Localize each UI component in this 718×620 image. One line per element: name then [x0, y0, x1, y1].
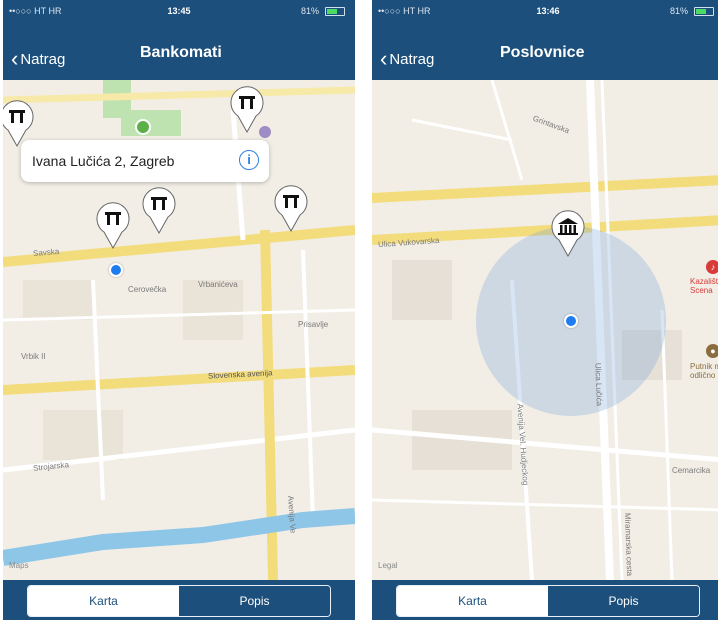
street-label: Cerovečka: [128, 285, 167, 294]
map-view[interactable]: Savska Slovenska avenija Avenija Ve Vrbi…: [3, 80, 355, 580]
maps-legal-label[interactable]: Legal: [378, 561, 398, 570]
bottom-bar: Karta Popis: [372, 580, 718, 620]
street-label: Cemarcika: [672, 466, 711, 475]
segment-list[interactable]: Popis: [548, 586, 699, 616]
street-label: Vrbik II: [21, 352, 46, 361]
street-label: Prisavlje: [298, 320, 329, 329]
atm-pin[interactable]: [141, 187, 177, 235]
callout-address: Ivana Lučića 2, Zagreb: [32, 153, 175, 169]
status-bar: ••○○○ HT HR 13:46 81%: [372, 0, 718, 22]
chevron-left-icon: ‹: [380, 46, 388, 71]
view-switcher: Karta Popis: [27, 585, 331, 617]
bank-pin[interactable]: [550, 210, 586, 258]
battery-icon: [694, 7, 714, 16]
address-callout[interactable]: Ivana Lučića 2, Zagreb i: [21, 140, 269, 182]
status-time: 13:46: [536, 6, 560, 16]
atm-pin[interactable]: [229, 86, 265, 134]
atm-pin-selected[interactable]: [95, 202, 131, 250]
back-label: Natrag: [389, 51, 435, 68]
battery-percent: 81%: [300, 6, 319, 16]
user-location-dot: [109, 263, 123, 277]
user-location-dot: [564, 314, 578, 328]
back-label: Natrag: [20, 51, 66, 68]
back-button[interactable]: ‹ Natrag: [380, 44, 435, 71]
view-switcher: Karta Popis: [396, 585, 700, 617]
street-label: Vrbanićeva: [198, 280, 238, 289]
page-title: Bankomati: [140, 44, 222, 61]
info-icon[interactable]: i: [239, 150, 259, 170]
atm-pin[interactable]: [273, 185, 309, 233]
page-title: Poslovnice: [500, 44, 585, 61]
battery-icon: [325, 7, 345, 16]
phone-screen-poslovnice: ••○○○ HT HR 13:46 81% ‹ Natrag Poslovnice: [372, 0, 718, 620]
nav-bar: ‹ Natrag Poslovnice: [372, 22, 718, 80]
segment-map[interactable]: Karta: [28, 586, 179, 616]
status-bar: ••○○○ HT HR 13:45 81%: [3, 0, 355, 22]
phone-screen-bankomati: ••○○○ HT HR 13:45 81% ‹Natrag Bankomati: [3, 0, 355, 620]
battery-percent: 81%: [669, 6, 688, 16]
chevron-left-icon: ‹: [11, 46, 19, 71]
bottom-bar: Karta Popis: [3, 580, 355, 620]
restaurant-icon[interactable]: ●: [706, 344, 718, 358]
poi-label: Kazalište Scena: [690, 277, 718, 295]
segment-map[interactable]: Karta: [397, 586, 548, 616]
segment-list[interactable]: Popis: [179, 586, 330, 616]
map-view[interactable]: Ulica Vukovarska Grintavska Ulica Lučića…: [372, 80, 718, 580]
nav-bar: ‹ Natrag Bankomati: [3, 22, 355, 80]
street-label: Ulica Lučića: [593, 362, 604, 407]
theater-icon[interactable]: ♪: [706, 260, 718, 274]
maps-legal-label[interactable]: Maps: [9, 561, 29, 570]
poi-label: Putnik mali odlično: [690, 362, 718, 380]
back-button[interactable]: ‹ Natrag: [11, 44, 66, 71]
